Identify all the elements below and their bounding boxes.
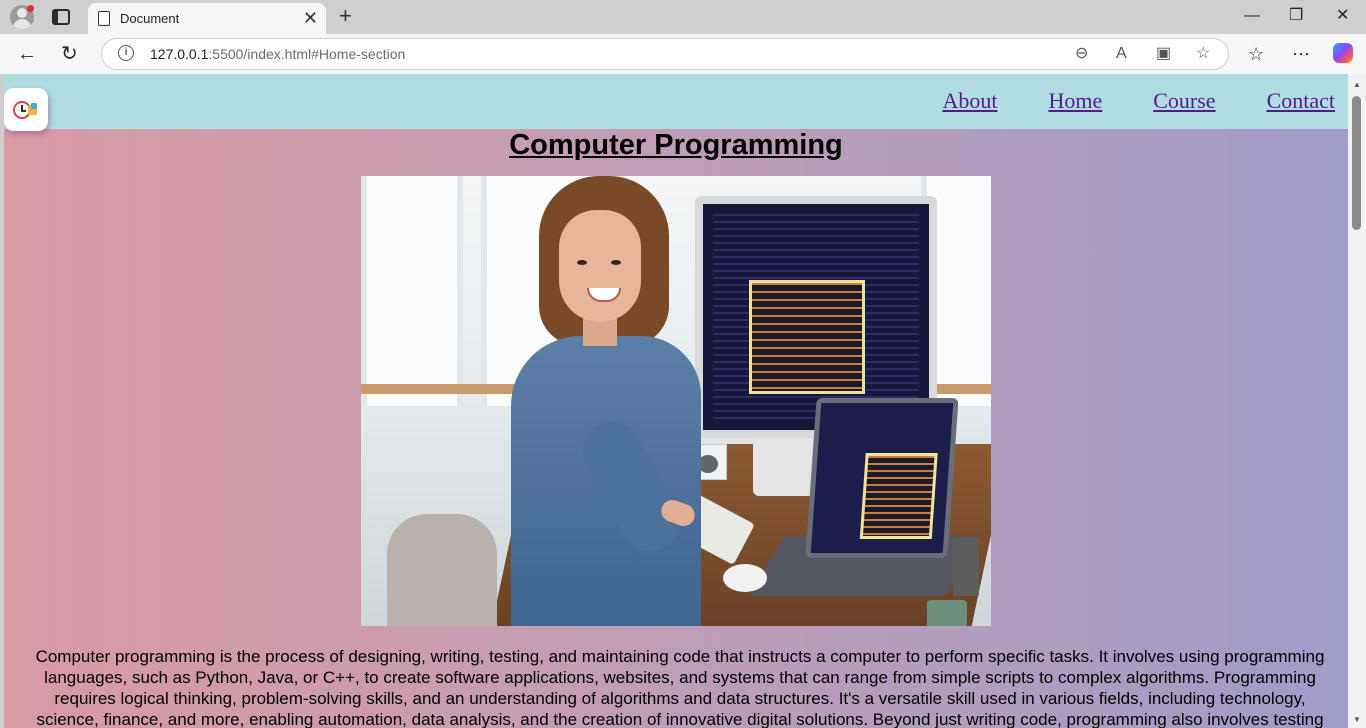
address-toolbar: ← ↻ i 127.0.0.1:5500/index.html#Home-sec… (0, 34, 1366, 74)
pen-cup (953, 538, 979, 596)
more-icon[interactable]: ⋯ (1292, 42, 1310, 66)
person-face (559, 210, 641, 322)
tab-strip: Document ✕ + — ❐ ✕ (0, 0, 1366, 34)
page-scrollbar[interactable]: ▲ ▼ (1348, 74, 1366, 728)
favorites-icon[interactable]: ☆ (1248, 42, 1264, 66)
monitor-dialog (749, 280, 865, 394)
person-eye (577, 260, 587, 265)
chair (387, 514, 497, 626)
page-title: Computer Programming (509, 129, 843, 161)
nav-link-about[interactable]: About (942, 88, 997, 114)
window-panel (361, 176, 463, 406)
nav-link-contact[interactable]: Contact (1267, 88, 1335, 114)
logo-sheet-shape (31, 103, 37, 109)
person-eye (611, 260, 621, 265)
site-info-icon[interactable]: i (118, 45, 134, 61)
new-tab-button[interactable]: + (339, 3, 352, 29)
back-icon[interactable]: ← (17, 40, 37, 68)
nav-link-course[interactable]: Course (1153, 88, 1215, 114)
split-screen-icon[interactable]: ▣ (1156, 44, 1171, 64)
nav-link-home[interactable]: Home (1048, 88, 1102, 114)
scroll-up-icon[interactable]: ▲ (1353, 80, 1361, 89)
site-navbar: About Home Course Contact (4, 74, 1348, 131)
document-icon (98, 11, 110, 26)
notification-dot (27, 5, 34, 12)
hero-image (361, 176, 991, 626)
nav-links: About Home Course Contact (891, 88, 1335, 114)
tab-title: Document (120, 11, 180, 26)
tab-actions-icon[interactable] (52, 9, 70, 25)
scrollbar-thumb[interactable] (1352, 96, 1361, 230)
url-text[interactable]: 127.0.0.1:5500/index.html#Home-section (150, 46, 405, 62)
restore-button[interactable]: ❐ (1289, 4, 1303, 28)
refresh-icon[interactable]: ↻ (61, 40, 78, 68)
tab-close-icon[interactable]: ✕ (303, 7, 318, 29)
intro-paragraph: Computer programming is the process of d… (35, 647, 1325, 728)
scroll-down-icon[interactable]: ▼ (1353, 715, 1361, 724)
minimize-button[interactable]: — (1244, 4, 1260, 28)
laptop-screen (805, 398, 959, 558)
address-bar[interactable]: i 127.0.0.1:5500/index.html#Home-section… (101, 38, 1229, 70)
copilot-icon[interactable] (1333, 43, 1353, 63)
mouse (723, 564, 767, 592)
mug (927, 600, 967, 626)
laptop-dialog (859, 453, 938, 539)
read-aloud-icon[interactable]: A (1116, 44, 1127, 64)
close-window-button[interactable]: ✕ (1336, 4, 1349, 28)
site-logo[interactable] (4, 88, 48, 131)
page-viewport: About Home Course Contact Computer Progr… (4, 74, 1348, 728)
tab-document[interactable]: Document ✕ (88, 3, 326, 34)
zoom-out-icon[interactable]: ⊖ (1075, 44, 1088, 64)
favorite-star-icon[interactable]: ☆ (1196, 44, 1210, 64)
